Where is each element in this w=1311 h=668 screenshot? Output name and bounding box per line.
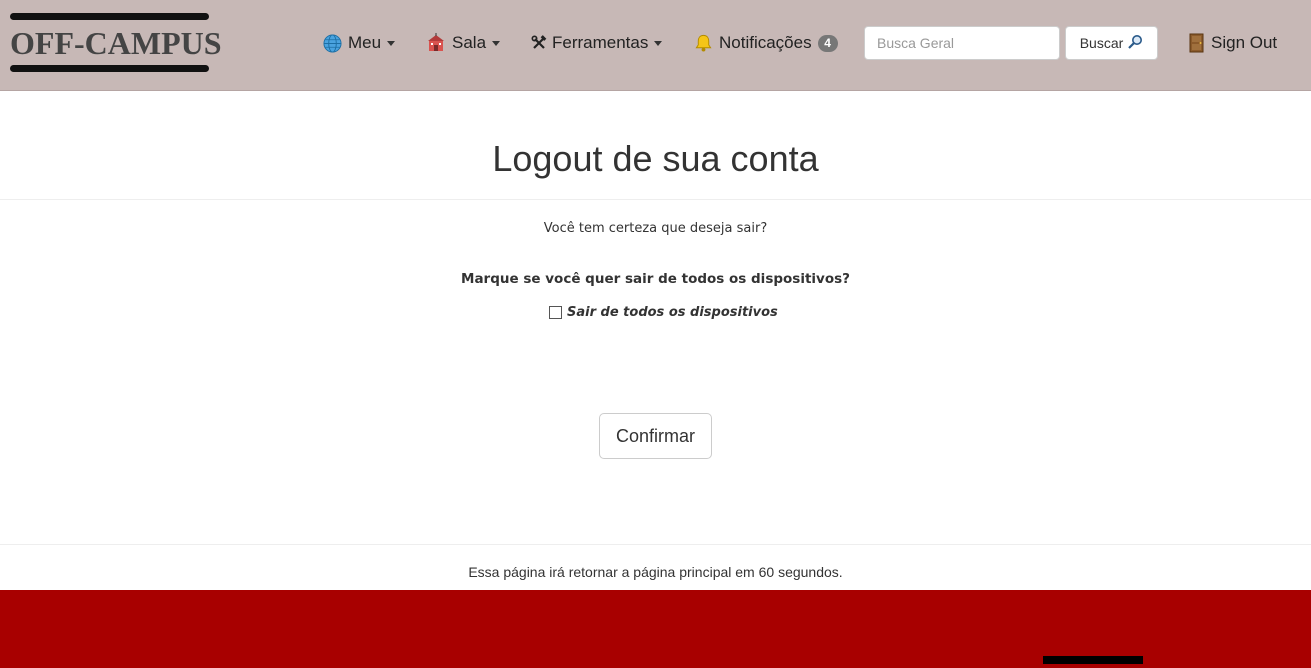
all-devices-option[interactable]: Sair de todos os dispositivos: [549, 302, 778, 322]
tools-icon: [531, 33, 547, 53]
chevron-down-icon: [654, 40, 663, 46]
all-devices-checkbox[interactable]: [549, 305, 562, 319]
logo-top-bar: [10, 13, 209, 20]
notification-count-badge: 4: [817, 34, 838, 52]
site-logo[interactable]: OFF-CAMPUS: [10, 13, 222, 73]
all-devices-question: Marque se você quer sair de todos os dis…: [461, 271, 850, 287]
chevron-down-icon: [387, 40, 396, 46]
all-devices-checkbox-label[interactable]: Sair de todos os dispositivos: [567, 305, 778, 320]
search-icon: [1127, 34, 1143, 53]
nav-notifications-label: Notificações: [719, 33, 812, 52]
nav-menu-sala-label: Sala: [452, 33, 487, 52]
door-icon: [1188, 33, 1204, 53]
search-button-label: Buscar: [1079, 35, 1124, 51]
confirm-button[interactable]: Confirmar: [599, 413, 712, 459]
logo-bottom-bar: [10, 65, 209, 72]
nav-menu-meu[interactable]: Meu: [322, 30, 396, 56]
search-input[interactable]: [864, 26, 1060, 60]
logo-text: OFF-CAMPUS: [10, 25, 222, 61]
nav-menu-sala[interactable]: Sala: [426, 30, 501, 56]
chevron-down-icon: [492, 40, 501, 46]
school-icon: [426, 33, 446, 53]
sign-out-label: Sign Out: [1211, 33, 1278, 52]
globe-icon: [322, 33, 342, 53]
footer-decoration: [1043, 656, 1143, 664]
nav-notifications[interactable]: Notificações 4: [693, 30, 838, 56]
sign-out-link[interactable]: Sign Out: [1188, 30, 1277, 56]
nav-menu-ferramentas-label: Ferramentas: [552, 33, 649, 52]
nav-menu-ferramentas[interactable]: Ferramentas: [531, 30, 663, 56]
redirect-note: Essa página irá retornar a página princi…: [468, 564, 843, 580]
footer: [0, 590, 1311, 668]
page-title: Logout de sua conta: [492, 138, 819, 179]
logout-question: Você tem certeza que deseja sair?: [543, 221, 768, 236]
top-navbar: OFF-CAMPUS Meu Sala Ferramentas Notifica…: [0, 0, 1311, 91]
nav-menu-meu-label: Meu: [348, 33, 382, 52]
divider: [0, 199, 1311, 200]
divider: [0, 544, 1311, 545]
bell-icon: [693, 33, 713, 53]
search-button[interactable]: Buscar: [1065, 26, 1158, 60]
